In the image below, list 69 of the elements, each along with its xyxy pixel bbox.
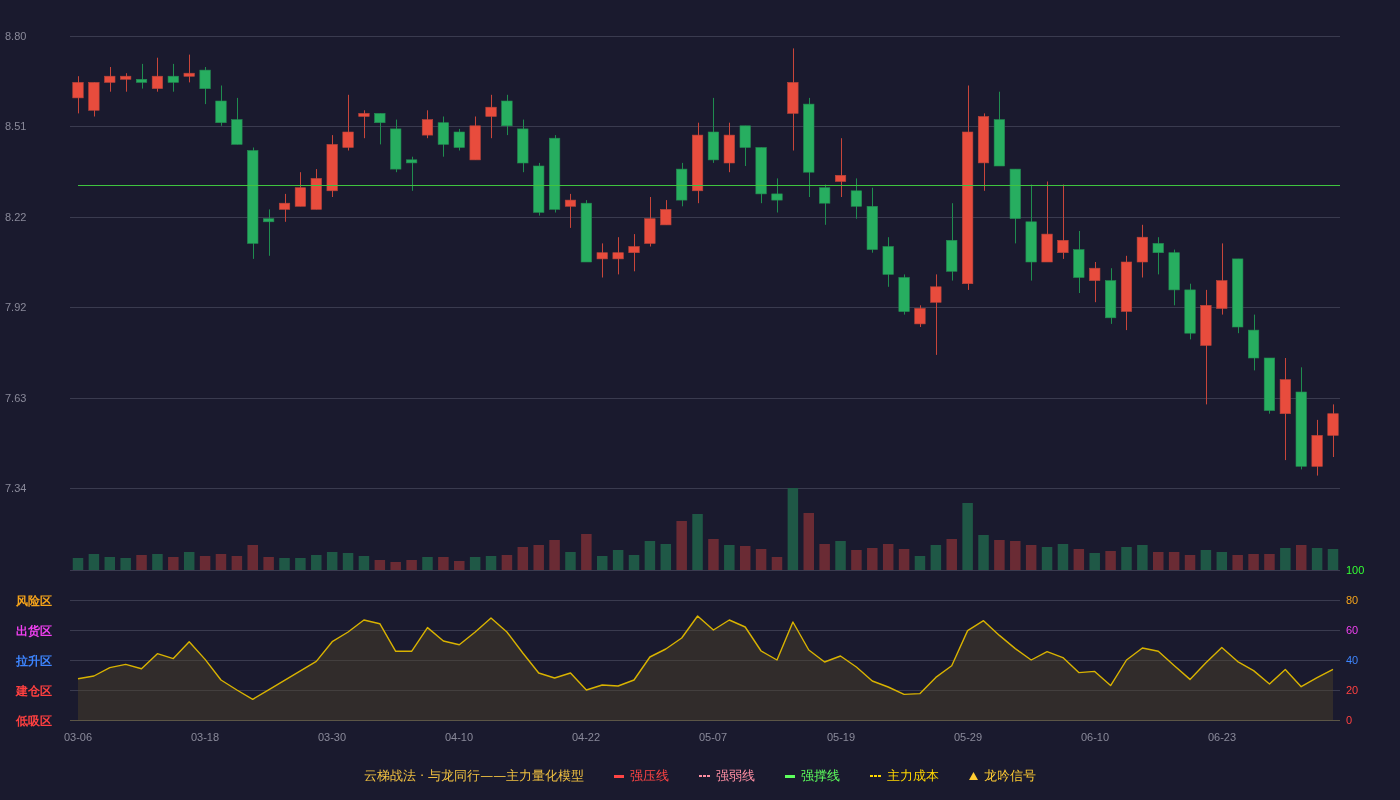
candlestick — [596, 242, 608, 278]
legend-label: 强撑线 — [801, 767, 841, 785]
candlestick — [1327, 403, 1339, 458]
candlestick — [930, 273, 942, 356]
axis-label: 40 — [1346, 654, 1359, 666]
candlestick — [406, 156, 418, 192]
candlestick — [1089, 261, 1101, 303]
candlestick — [294, 171, 306, 207]
candlestick — [421, 109, 434, 139]
date-label: 06-10 — [1080, 731, 1110, 743]
candlestick — [485, 94, 497, 139]
zone-label: 风险区 — [16, 594, 52, 608]
candlestick — [278, 193, 291, 223]
candlestick — [628, 233, 640, 272]
date-label: 04-22 — [571, 731, 601, 743]
candlestick — [660, 199, 672, 226]
candlestick — [564, 193, 577, 229]
candlestick — [819, 184, 831, 226]
candlestick — [1057, 184, 1069, 260]
candlestick — [834, 137, 847, 198]
date-label: 05-29 — [953, 731, 983, 743]
candlestick — [167, 63, 179, 93]
candlestick — [358, 109, 370, 139]
axis-label: 80 — [1346, 594, 1359, 606]
candlestick — [612, 236, 624, 275]
legend-label: 龙吟信号 — [984, 767, 1037, 785]
axis-label: 20 — [1346, 684, 1359, 696]
candlestick — [374, 112, 386, 145]
price-axis-label: 8.22 — [5, 211, 27, 223]
candlestick — [183, 54, 195, 83]
axis-label: 0 — [1346, 714, 1353, 726]
date-label: 06-23 — [1207, 731, 1237, 743]
candlestick — [104, 66, 116, 93]
candlestick — [342, 94, 354, 151]
price-axis-label: 8.80 — [5, 30, 27, 42]
zone-label: 拉升区 — [16, 654, 52, 668]
candlestick — [850, 177, 862, 220]
price-axis-label: 8.51 — [5, 120, 27, 132]
date-label: 04-10 — [444, 731, 474, 743]
candlestick — [199, 66, 211, 105]
date-label: 05-07 — [698, 731, 728, 743]
date-label: 03-30 — [317, 731, 347, 743]
date-label: 03-06 — [63, 731, 93, 743]
price-axis-label: 7.92 — [5, 301, 27, 313]
zone-label: 建仓区 — [16, 684, 52, 698]
price-axis-label: 7.34 — [5, 482, 27, 494]
price-axis-label: 7.63 — [5, 392, 27, 404]
candlestick — [72, 75, 84, 114]
candlestick — [771, 177, 783, 213]
candlestick — [739, 125, 751, 167]
candlestick — [437, 116, 449, 158]
candlestick — [263, 208, 275, 257]
candlestick — [120, 72, 132, 93]
candlestick — [151, 57, 163, 93]
zone-label: 低吸区 — [16, 714, 52, 728]
candlestick — [914, 304, 926, 328]
zone-label: 出货区 — [16, 624, 52, 638]
legend-label: 强压线 — [630, 767, 670, 785]
date-label: 05-19 — [826, 731, 856, 743]
date-label: 03-18 — [190, 731, 220, 743]
candlestick — [215, 85, 227, 127]
axis-label: 100 — [1346, 564, 1365, 576]
candlestick — [453, 128, 465, 151]
candlestick — [1152, 236, 1164, 275]
legend-label: 主力成本 — [887, 767, 940, 785]
axis-label: 60 — [1346, 624, 1359, 636]
candlestick — [135, 63, 148, 90]
legend-title: 云梯战法 · 与龙同行——主力量化模型 — [363, 767, 585, 785]
legend-label: 强弱线 — [716, 767, 756, 785]
